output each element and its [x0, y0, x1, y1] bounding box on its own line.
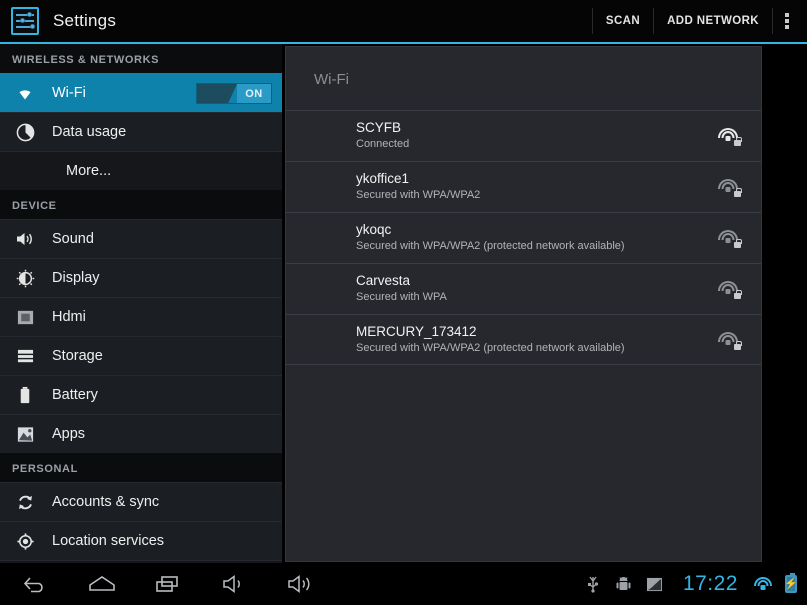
network-ssid: ykoqc [356, 222, 392, 237]
wifi-toggle-switch[interactable]: ON [196, 83, 272, 104]
volume-down-icon[interactable] [216, 569, 252, 599]
action-bar-actions: SCAN ADD NETWORK [591, 0, 807, 42]
sidebar-item-display[interactable]: Display [0, 258, 282, 297]
android-debug-icon [615, 575, 633, 593]
sidebar-item-apps[interactable]: Apps [0, 414, 282, 453]
wifi-status-icon [753, 576, 772, 592]
sidebar-item-label: Battery [52, 387, 98, 403]
battery-charging-icon: ⚡ [784, 573, 798, 593]
sidebar-section-personal: PERSONAL [0, 453, 282, 482]
wifi-icon [12, 80, 38, 106]
volume-up-icon[interactable] [282, 569, 318, 599]
list-item[interactable]: MERCURY_173412 Secured with WPA/WPA2 (pr… [286, 314, 761, 365]
usb-icon [584, 575, 602, 593]
sidebar-item-label: Wi-Fi [52, 85, 86, 101]
pie-chart-icon [12, 119, 38, 145]
back-icon[interactable] [18, 569, 54, 599]
settings-sidebar[interactable]: WIRELESS & NETWORKS Wi-Fi ON Data usage … [0, 44, 282, 563]
sidebar-item-label: Data usage [52, 124, 127, 140]
add-network-button[interactable]: ADD NETWORK [654, 8, 773, 34]
toggle-track: ON [237, 84, 271, 103]
overflow-menu-icon[interactable] [773, 8, 801, 34]
sidebar-item-label: Hdmi [52, 309, 86, 325]
network-status: Secured with WPA/WPA2 [356, 189, 481, 201]
nav-buttons [0, 569, 318, 599]
brightness-icon [12, 265, 38, 291]
sidebar-item-label: Apps [52, 426, 86, 442]
wifi-signal-secured-icon [717, 229, 742, 248]
sidebar-item-label: Storage [52, 348, 103, 364]
network-ssid: MERCURY_173412 [356, 323, 477, 339]
recents-icon[interactable] [150, 569, 186, 599]
status-clock: 17:22 [682, 572, 738, 595]
system-navigation-bar: 17:22 ⚡ [0, 563, 807, 605]
network-text: ykoqc Secured with WPA/WPA2 (protected n… [356, 222, 717, 254]
wifi-panel-heading: Wi-Fi [314, 71, 349, 88]
sidebar-item-hdmi[interactable]: Hdmi [0, 297, 282, 336]
sidebar-item-data-usage[interactable]: Data usage [0, 112, 282, 151]
wifi-signal-secured-icon [717, 178, 742, 197]
page-title: Settings [53, 11, 117, 30]
network-status: Secured with WPA/WPA2 (protected network… [356, 240, 625, 252]
list-item[interactable]: Carvesta Secured with WPA [286, 263, 761, 314]
battery-icon [12, 382, 38, 408]
sidebar-item-accounts-sync[interactable]: Accounts & sync [0, 482, 282, 521]
network-status: Secured with WPA [356, 291, 447, 303]
apps-icon [12, 421, 38, 447]
sidebar-item-label: Display [52, 270, 100, 286]
home-icon[interactable] [84, 569, 120, 599]
sidebar-section-wireless: WIRELESS & NETWORKS [0, 44, 282, 73]
network-text: SCYFB Connected [356, 120, 717, 152]
wifi-network-list[interactable]: SCYFB Connected ykoffice1 Secured with W… [286, 110, 761, 365]
wifi-signal-secured-icon [717, 280, 742, 299]
network-text: MERCURY_173412 Secured with WPA/WPA2 (pr… [356, 324, 717, 356]
network-ssid: Carvesta [356, 273, 411, 288]
toggle-knob [197, 84, 237, 103]
sidebar-item-sound[interactable]: Sound [0, 219, 282, 258]
sidebar-item-label: Accounts & sync [52, 494, 160, 510]
network-status: Connected [356, 138, 410, 150]
speaker-icon [12, 226, 38, 252]
wifi-content-panel: Wi-Fi SCYFB Connected ykoffice1 Secured … [285, 46, 762, 562]
network-text: ykoffice1 Secured with WPA/WPA2 [356, 171, 717, 203]
status-icons: 17:22 ⚡ [584, 572, 807, 596]
sidebar-item-more[interactable]: More... [0, 151, 282, 190]
list-item[interactable]: ykoqc Secured with WPA/WPA2 (protected n… [286, 212, 761, 263]
network-text: Carvesta Secured with WPA [356, 273, 717, 305]
settings-sliders-icon [11, 7, 39, 35]
sidebar-item-location-services[interactable]: Location services [0, 521, 282, 560]
sidebar-item-label: Location services [52, 533, 165, 549]
action-bar: Settings SCAN ADD NETWORK [0, 0, 807, 42]
toggle-state-label: ON [245, 87, 263, 100]
list-item[interactable]: ykoffice1 Secured with WPA/WPA2 [286, 161, 761, 212]
screen-icon [12, 304, 38, 330]
storage-icon [12, 343, 38, 369]
sidebar-item-storage[interactable]: Storage [0, 336, 282, 375]
wifi-signal-secured-icon [717, 331, 742, 350]
screenshot-icon [646, 575, 664, 593]
sync-icon [12, 489, 38, 515]
sidebar-item-label: More... [66, 163, 112, 179]
network-status: Secured with WPA/WPA2 (protected network… [356, 341, 625, 354]
scan-button[interactable]: SCAN [591, 8, 655, 34]
list-item[interactable]: SCYFB Connected [286, 110, 761, 161]
sidebar-item-label: Sound [52, 231, 94, 247]
sidebar-item-battery[interactable]: Battery [0, 375, 282, 414]
location-crosshair-icon [12, 528, 38, 554]
sidebar-item-wifi[interactable]: Wi-Fi ON [0, 73, 282, 112]
sidebar-section-device: DEVICE [0, 190, 282, 219]
network-ssid: SCYFB [356, 120, 402, 135]
wifi-signal-secured-icon [717, 127, 742, 146]
network-ssid: ykoffice1 [356, 171, 410, 186]
